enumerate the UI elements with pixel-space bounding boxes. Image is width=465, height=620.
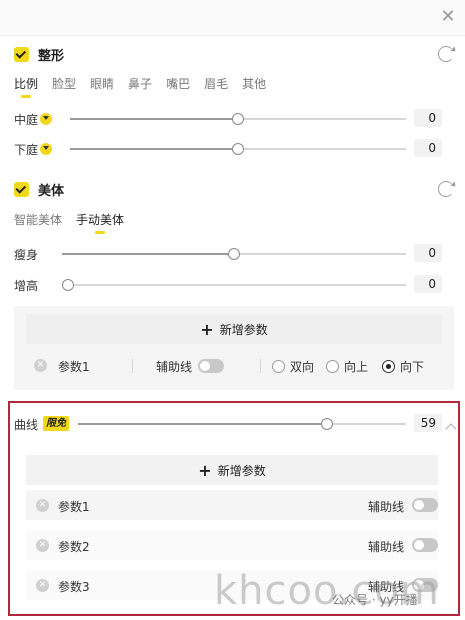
slider-track[interactable] — [78, 418, 406, 430]
tab-nose[interactable]: 鼻子 — [128, 75, 152, 92]
slider-thumb[interactable] — [232, 113, 244, 125]
radio-circle-selected — [382, 360, 395, 373]
radio-label: 向上 — [344, 360, 369, 374]
curve-slider-row: 曲线 限免 59 — [14, 414, 454, 434]
body-section-title: 美体 — [38, 183, 65, 199]
watermark-source: 公众号 · yy开播 — [332, 593, 418, 607]
remove-param-icon[interactable]: ✕ — [34, 359, 47, 372]
body-section-header[interactable]: 美体 — [14, 179, 64, 199]
add-param-label: 新增参数 — [217, 463, 266, 478]
panel-header — [0, 0, 465, 36]
guide-label: 辅助线 — [368, 500, 405, 514]
slider-label: 中庭 — [14, 113, 39, 127]
slider-value[interactable]: 0 — [414, 244, 442, 262]
slider-row-slim: 瘦身 0 — [14, 244, 454, 264]
slider-label: 增高 — [14, 279, 39, 293]
add-param-label: 新增参数 — [219, 322, 268, 337]
slider-row-height: 增高 0 — [14, 275, 454, 295]
add-param-button[interactable]: + 新增参数 — [26, 314, 442, 344]
param-label: 参数1 — [58, 360, 90, 374]
radio-circle — [272, 360, 285, 373]
tab-face-shape[interactable]: 脸型 — [52, 75, 76, 92]
slider-thumb[interactable] — [321, 418, 334, 430]
close-icon[interactable]: ✕ — [437, 6, 459, 28]
radio-up[interactable]: 向上 — [326, 358, 368, 375]
remove-param-icon[interactable]: ✕ — [36, 499, 49, 512]
slider-value[interactable]: 0 — [414, 275, 442, 293]
shape-tabs: 比例 脸型 眼睛 鼻子 嘴巴 眉毛 其他 — [14, 75, 280, 98]
guide-toggle[interactable] — [412, 498, 438, 512]
guide-toggle[interactable] — [412, 538, 438, 552]
slider-thumb[interactable] — [62, 279, 74, 291]
param-label: 参数3 — [58, 580, 90, 594]
curve-param-row: ✕ 参数2 辅助线 — [26, 530, 438, 560]
dropdown-badge-icon[interactable] — [40, 143, 52, 155]
slider-fill — [78, 423, 328, 425]
slider-value[interactable]: 0 — [414, 139, 442, 157]
plus-icon: + — [200, 319, 214, 339]
slider-track[interactable] — [70, 143, 406, 155]
slider-row-lowerface: 下庭 0 — [14, 139, 454, 159]
curve-param-row: ✕ 参数1 辅助线 — [26, 490, 438, 520]
param-label: 参数1 — [58, 500, 90, 514]
slider-fill — [70, 118, 238, 120]
slider-track[interactable] — [70, 113, 406, 125]
body-tabs: 智能美体 手动美体 — [14, 211, 138, 234]
radio-label: 双向 — [290, 360, 315, 374]
radio-down[interactable]: 向下 — [382, 358, 424, 375]
slider-thumb[interactable] — [232, 143, 244, 155]
dropdown-badge-icon[interactable] — [40, 113, 52, 125]
tab-mouth[interactable]: 嘴巴 — [166, 75, 190, 92]
plus-icon: + — [198, 460, 212, 480]
body-param-panel: + 新增参数 ✕ 参数1 辅助线 双向 向上 向下 — [14, 306, 454, 390]
divider — [132, 359, 133, 373]
tab-eyes[interactable]: 眼睛 — [90, 75, 114, 92]
shape-enabled-checkbox[interactable] — [14, 46, 29, 62]
tab-manual-body[interactable]: 手动美体 — [76, 211, 124, 234]
slider-value[interactable]: 0 — [414, 109, 442, 127]
body-reset-icon[interactable] — [438, 181, 454, 197]
slider-label: 下庭 — [14, 143, 39, 157]
curve-value[interactable]: 59 — [414, 414, 442, 432]
tab-proportion[interactable]: 比例 — [14, 75, 38, 98]
tab-other[interactable]: 其他 — [242, 75, 266, 92]
remove-param-icon[interactable]: ✕ — [36, 539, 49, 552]
curve-label: 曲线 — [14, 418, 39, 432]
remove-param-icon[interactable]: ✕ — [36, 579, 49, 592]
body-enabled-checkbox[interactable] — [14, 181, 29, 197]
radio-label: 向下 — [400, 360, 425, 374]
shape-reset-icon[interactable] — [438, 46, 454, 62]
curve-add-param-button[interactable]: + 新增参数 — [26, 455, 438, 485]
shape-section-header[interactable]: 整形 — [14, 44, 64, 64]
slider-label: 瘦身 — [14, 248, 39, 262]
radio-circle — [326, 360, 339, 373]
param-label: 参数2 — [58, 540, 90, 554]
slider-thumb[interactable] — [228, 248, 240, 260]
tab-eyebrows[interactable]: 眉毛 — [204, 75, 228, 92]
limited-free-badge: 限免 — [43, 416, 69, 431]
guide-label: 辅助线 — [156, 360, 193, 374]
slider-track[interactable] — [62, 279, 406, 291]
divider — [260, 359, 261, 373]
guide-label: 辅助线 — [368, 540, 405, 554]
guide-toggle[interactable] — [198, 359, 224, 373]
radio-both[interactable]: 双向 — [272, 358, 314, 375]
slider-fill — [62, 253, 234, 255]
slider-fill — [70, 148, 238, 150]
shape-section-title: 整形 — [38, 48, 65, 64]
slider-row-midface: 中庭 0 — [14, 109, 454, 129]
tab-smart-body[interactable]: 智能美体 — [14, 211, 62, 228]
slider-track[interactable] — [62, 248, 406, 260]
